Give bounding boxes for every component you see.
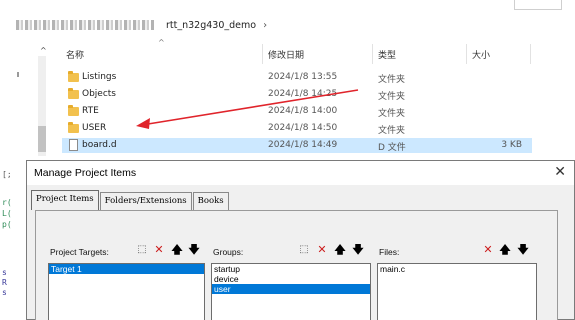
move-down-group-button[interactable]: 🡇 [351,243,365,257]
delete-group-button[interactable]: ✕ [315,243,329,257]
dialog-title: Manage Project Items [34,167,137,179]
list-item[interactable]: main.c [378,264,536,274]
code-fragment: L( [2,209,12,218]
code-fragment: s [2,288,7,297]
pane-divider-mark [17,72,19,77]
file-explorer: rtt_n32g430_demo › ^ ^ 名称 修改日期 类型 大小 Lis… [0,0,575,156]
list-item[interactable]: startup [212,264,370,274]
sort-ascending-icon: ^ [40,46,47,55]
file-row[interactable]: USER 2024/1/8 14:50 文件夹 [62,121,532,136]
column-divider[interactable] [466,44,467,64]
tab-strip: Project Items Folders/Extensions Books [31,190,230,210]
tab-books[interactable]: Books [192,192,229,210]
breadcrumb-current-folder[interactable]: rtt_n32g430_demo [166,20,256,31]
sort-indicator-icon[interactable]: ^ [158,38,165,47]
code-fragment: [; [2,170,12,179]
code-fragment: R [2,278,7,287]
file-size: 3 KB [501,140,522,150]
manage-project-items-dialog: Manage Project Items ✕ Project Items Fol… [26,160,575,320]
column-divider[interactable] [530,44,531,64]
breadcrumb-chevron-icon[interactable]: › [263,20,267,31]
file-date: 2024/1/8 14:25 [268,89,338,99]
file-row[interactable]: Objects 2024/1/8 14:25 文件夹 [62,87,532,102]
column-header-name[interactable]: 名称 [66,48,84,62]
files-list[interactable]: main.c [377,263,537,320]
code-fragment: p( [2,220,12,229]
move-down-file-button[interactable]: 🡇 [516,243,530,257]
file-name[interactable]: USER [82,123,106,133]
delete-file-button[interactable]: ✕ [481,243,495,257]
close-icon[interactable]: ✕ [554,164,566,180]
file-name[interactable]: RTE [82,106,99,116]
blurred-path [16,20,154,30]
list-item[interactable]: device [212,274,370,284]
project-targets-label: Project Targets: [50,247,109,257]
column-divider[interactable] [262,44,263,64]
file-date: 2024/1/8 14:00 [268,106,338,116]
file-type: 文件夹 [378,126,406,136]
scrollbar-thumb[interactable] [38,126,46,152]
list-item-selected[interactable]: Target 1 [49,264,204,274]
file-type: 文件夹 [378,75,406,85]
tab-folders-extensions[interactable]: Folders/Extensions [99,192,192,210]
move-down-target-button[interactable]: 🡇 [187,243,201,257]
code-fragment: r( [2,198,12,207]
groups-label: Groups: [213,247,244,257]
new-target-button[interactable]: ⬚ [135,243,149,257]
window-control-area [514,0,562,10]
column-divider[interactable] [372,44,373,64]
file-date: 2024/1/8 13:55 [268,72,338,82]
folder-icon [68,71,79,82]
file-row-selected[interactable]: board.d 2024/1/8 14:49 D 文件 3 KB [62,138,532,153]
tab-project-items[interactable]: Project Items [31,190,99,210]
move-up-group-button[interactable]: 🡅 [333,243,347,257]
file-row[interactable]: RTE 2024/1/8 14:00 文件夹 [62,104,532,119]
file-date: 2024/1/8 14:49 [268,140,338,150]
column-header-size[interactable]: 大小 [472,48,490,62]
column-header-type[interactable]: 类型 [378,48,396,62]
file-row[interactable]: Listings 2024/1/8 13:55 文件夹 [62,70,532,85]
new-group-button[interactable]: ⬚ [297,243,311,257]
column-header-date[interactable]: 修改日期 [268,48,304,62]
file-date: 2024/1/8 14:50 [268,123,338,133]
file-type: 文件夹 [378,92,406,102]
breadcrumb[interactable]: rtt_n32g430_demo › [16,16,267,34]
folder-icon [68,88,79,99]
files-label: Files: [379,247,400,257]
move-up-file-button[interactable]: 🡅 [498,243,512,257]
folder-icon [68,122,79,133]
file-name[interactable]: board.d [82,140,117,150]
groups-list[interactable]: startup device user [211,263,371,320]
vertical-scrollbar[interactable] [38,56,46,156]
background-editor-strip: [; r( L( p( s R s [0,156,28,320]
list-item-selected[interactable]: user [212,284,370,294]
delete-target-button[interactable]: ✕ [152,243,166,257]
document-icon [69,139,78,151]
project-targets-list[interactable]: Target 1 [48,263,205,320]
code-fragment: s [2,268,7,277]
file-name[interactable]: Listings [82,72,116,82]
file-type: D 文件 [378,143,406,153]
move-up-target-button[interactable]: 🡅 [170,243,184,257]
dialog-titlebar[interactable]: Manage Project Items ✕ [27,161,574,185]
file-name[interactable]: Objects [82,89,116,99]
folder-icon [68,105,79,116]
file-type: 文件夹 [378,109,406,119]
